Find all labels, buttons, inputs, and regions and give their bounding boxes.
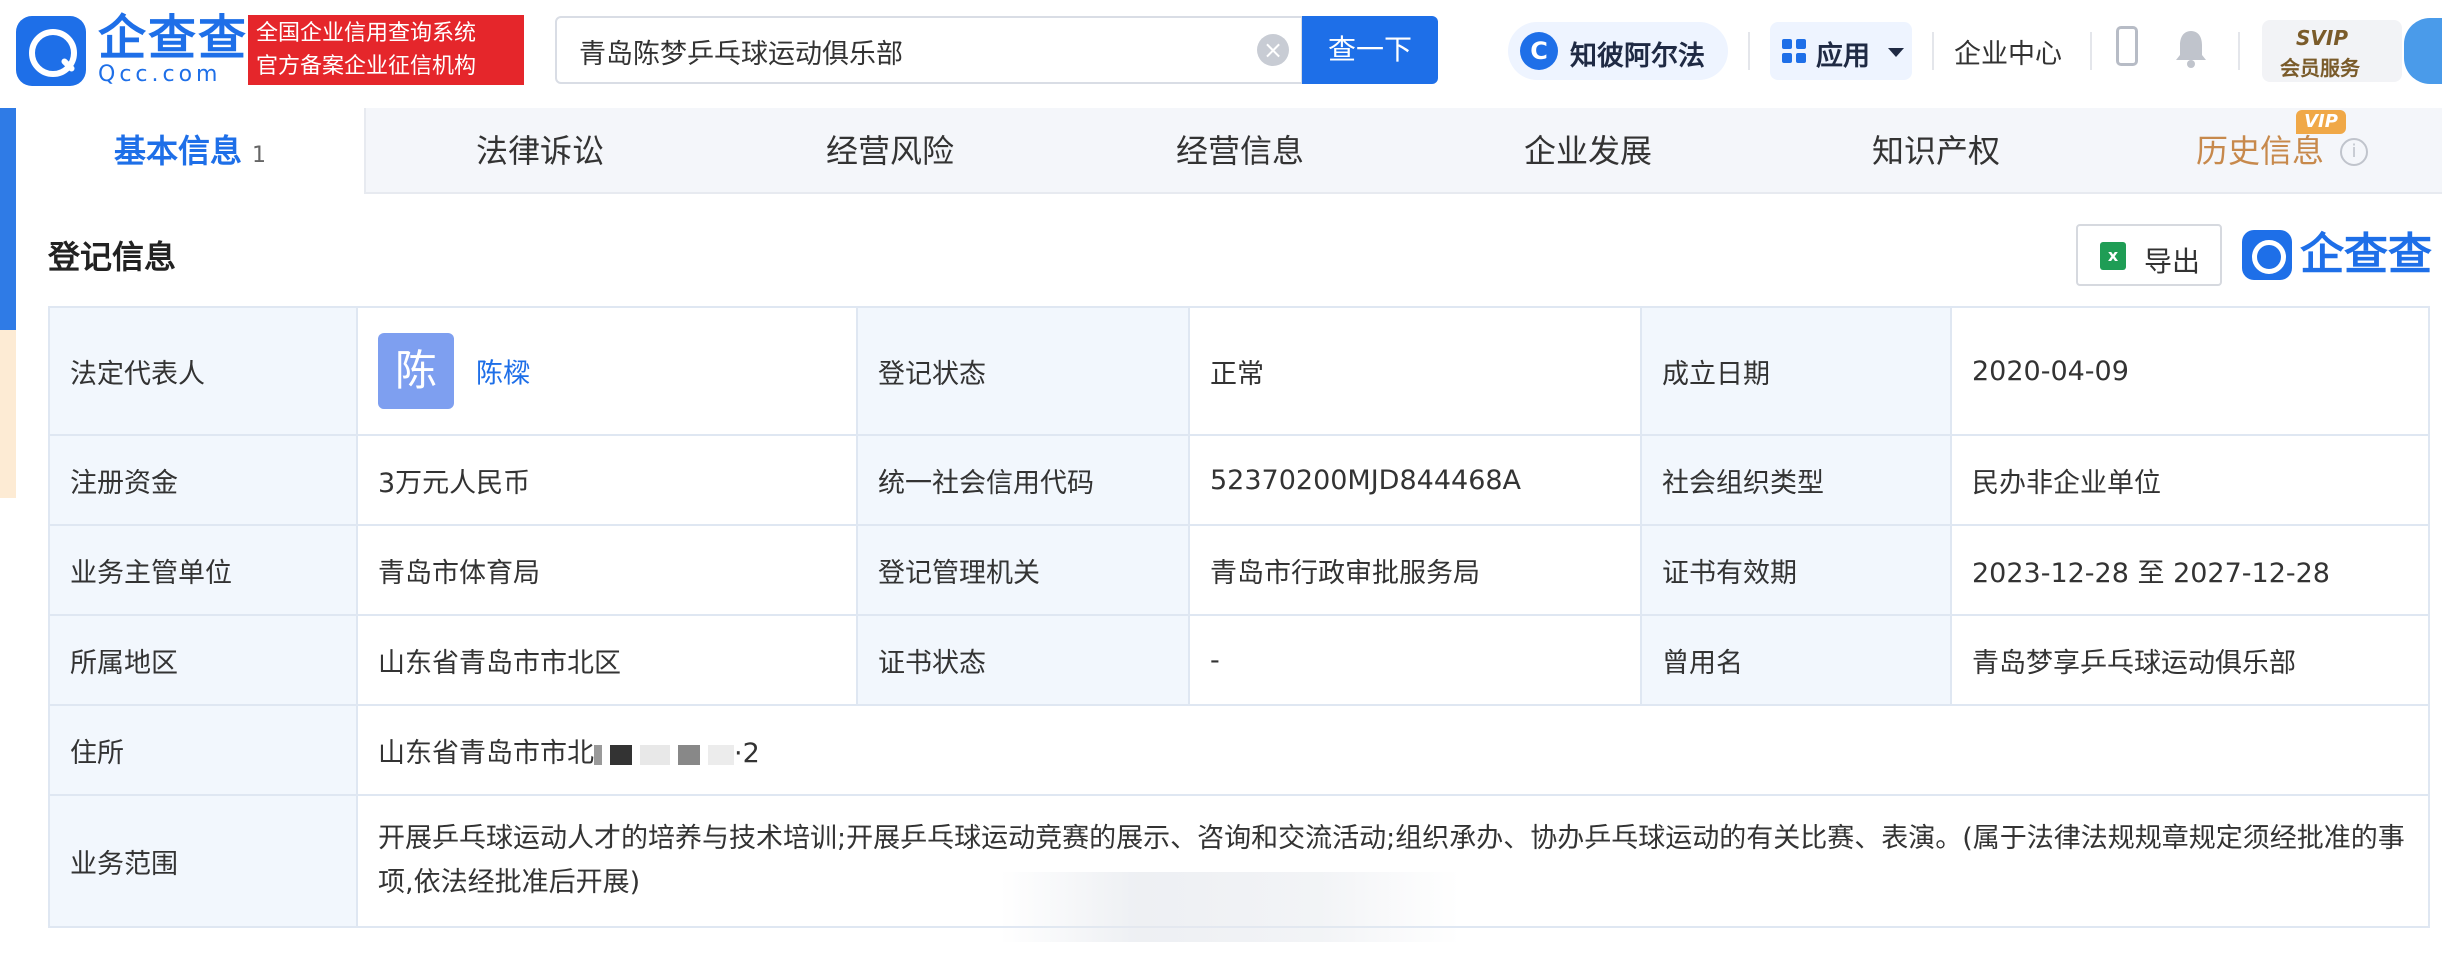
tab-count: 1: [252, 143, 266, 168]
scope-label: 业务范围: [48, 794, 358, 928]
member-service-label: 会员服务: [2280, 56, 2360, 80]
badge-line-2: 官方备案企业征信机构: [256, 54, 477, 79]
tab-ip[interactable]: 知识产权: [1872, 108, 2000, 194]
capital-value: 3万元人民币: [356, 434, 858, 526]
validity-label: 证书有效期: [1640, 524, 1952, 616]
svip-button[interactable]: SVIP 会员服务: [2262, 20, 2402, 82]
cert-status-value: -: [1188, 614, 1642, 706]
address-value: 山东省青岛市市北: [378, 737, 594, 769]
user-avatar[interactable]: [2404, 18, 2442, 84]
divider: [1932, 32, 1934, 70]
zhibi-alpha-button[interactable]: C 知彼阿尔法: [1508, 22, 1728, 80]
divider: [2238, 32, 2240, 70]
table-row: 法定代表人 陈陈樑 登记状态 正常 成立日期 2020-04-09: [48, 306, 2430, 436]
apps-grid-icon: [1782, 39, 1806, 63]
region-value: 山东省青岛市市北区: [356, 614, 858, 706]
qcc-logo-domain: Qcc.com: [98, 62, 222, 87]
chevron-down-icon: [1888, 48, 1904, 57]
tab-risk[interactable]: 经营风险: [826, 108, 954, 194]
former-name-label: 曾用名: [1640, 614, 1952, 706]
top-bar: 企查查 Qcc.com 全国企业信用查询系统 官方备案企业征信机构 × 查一下 …: [0, 0, 2442, 108]
registration-table: 法定代表人 陈陈樑 登记状态 正常 成立日期 2020-04-09 注册资金 3…: [48, 306, 2430, 928]
apps-label: 应用: [1816, 41, 1870, 72]
table-row: 住所 山东省青岛市市北 ·2: [48, 704, 2430, 796]
zhibi-label: 知彼阿尔法: [1570, 41, 1705, 72]
qcc-logo-text[interactable]: 企查查: [98, 12, 248, 64]
tab-legal[interactable]: 法律诉讼: [476, 108, 604, 194]
enterprise-center-link[interactable]: 企业中心: [1954, 32, 2062, 71]
excel-icon: x: [2100, 242, 2126, 270]
credit-code-label: 统一社会信用代码: [856, 434, 1190, 526]
table-row: 注册资金 3万元人民币 统一社会信用代码 52370200MJD844468A …: [48, 434, 2430, 526]
qcc-logo-icon: [2242, 230, 2292, 280]
mobile-phone-icon[interactable]: [2116, 26, 2138, 66]
credit-code-value: 52370200MJD844468A: [1188, 434, 1642, 526]
former-name-value: 青岛梦享乒乓球运动俱乐部: [1950, 614, 2430, 706]
founded-value: 2020-04-09: [1950, 306, 2430, 436]
founded-label: 成立日期: [1640, 306, 1952, 436]
search-button[interactable]: 查一下: [1302, 16, 1438, 84]
table-row: 业务主管单位 青岛市体育局 登记管理机关 青岛市行政审批服务局 证书有效期 20…: [48, 524, 2430, 616]
qcc-logo-icon[interactable]: [16, 16, 86, 86]
qcc-logo-text: 企查查: [2300, 229, 2432, 280]
vip-tag: VIP: [2296, 110, 2346, 134]
cert-status-label: 证书状态: [856, 614, 1190, 706]
org-type-label: 社会组织类型: [1640, 434, 1952, 526]
legal-rep-link[interactable]: 陈樑: [476, 359, 530, 390]
registrar-label: 登记管理机关: [856, 524, 1190, 616]
badge-line-1: 全国企业信用查询系统: [256, 21, 477, 46]
address-label: 住所: [48, 704, 358, 796]
tab-operations[interactable]: 经营信息: [1176, 108, 1304, 194]
table-row: 所属地区 山东省青岛市市北区 证书状态 - 曾用名 青岛梦享乒乓球运动俱乐部: [48, 614, 2430, 706]
legal-rep-label: 法定代表人: [48, 306, 358, 436]
apps-menu-button[interactable]: 应用: [1770, 22, 1912, 80]
registrar-value: 青岛市行政审批服务局: [1188, 524, 1642, 616]
clear-icon[interactable]: ×: [1257, 34, 1289, 66]
export-button[interactable]: x 导出: [2076, 224, 2222, 286]
reg-status-value: 正常: [1188, 306, 1642, 436]
tab-label: 基本信息: [113, 132, 242, 170]
export-label: 导出: [2144, 245, 2201, 278]
org-type-value: 民办非企业单位: [1950, 434, 2430, 526]
svip-label: SVIP: [2296, 26, 2348, 50]
zhibi-logo-icon: C: [1520, 32, 1558, 70]
validity-value: 2023-12-28 至 2027-12-28: [1950, 524, 2430, 616]
info-icon[interactable]: i: [2340, 138, 2368, 166]
side-strip: [0, 330, 16, 498]
address-redacted: [594, 739, 734, 770]
address-tail: ·2: [734, 737, 760, 769]
address-cell: 山东省青岛市市北 ·2: [356, 704, 2430, 796]
search-input[interactable]: [577, 30, 1241, 72]
tab-development[interactable]: 企业发展: [1524, 108, 1652, 194]
capital-label: 注册资金: [48, 434, 358, 526]
side-strip: [0, 108, 16, 330]
official-badge: 全国企业信用查询系统 官方备案企业征信机构: [248, 15, 524, 85]
section-title: 登记信息: [48, 238, 177, 276]
region-label: 所属地区: [48, 614, 358, 706]
tab-basic-info[interactable]: 基本信息 1: [16, 108, 366, 194]
divider: [2090, 32, 2092, 70]
supervisor-label: 业务主管单位: [48, 524, 358, 616]
reg-status-label: 登记状态: [856, 306, 1190, 436]
supervisor-value: 青岛市体育局: [356, 524, 858, 616]
search-box: ×: [555, 16, 1303, 84]
divider: [1748, 32, 1750, 70]
legal-rep-avatar[interactable]: 陈: [378, 333, 454, 409]
tab-bar: 基本信息 1 法律诉讼 经营风险 经营信息 企业发展 知识产权 历史信息: [16, 108, 2442, 194]
bell-icon[interactable]: [2174, 28, 2208, 68]
legal-rep-cell: 陈陈樑: [356, 306, 858, 436]
blur-overlay: [1000, 872, 1460, 942]
